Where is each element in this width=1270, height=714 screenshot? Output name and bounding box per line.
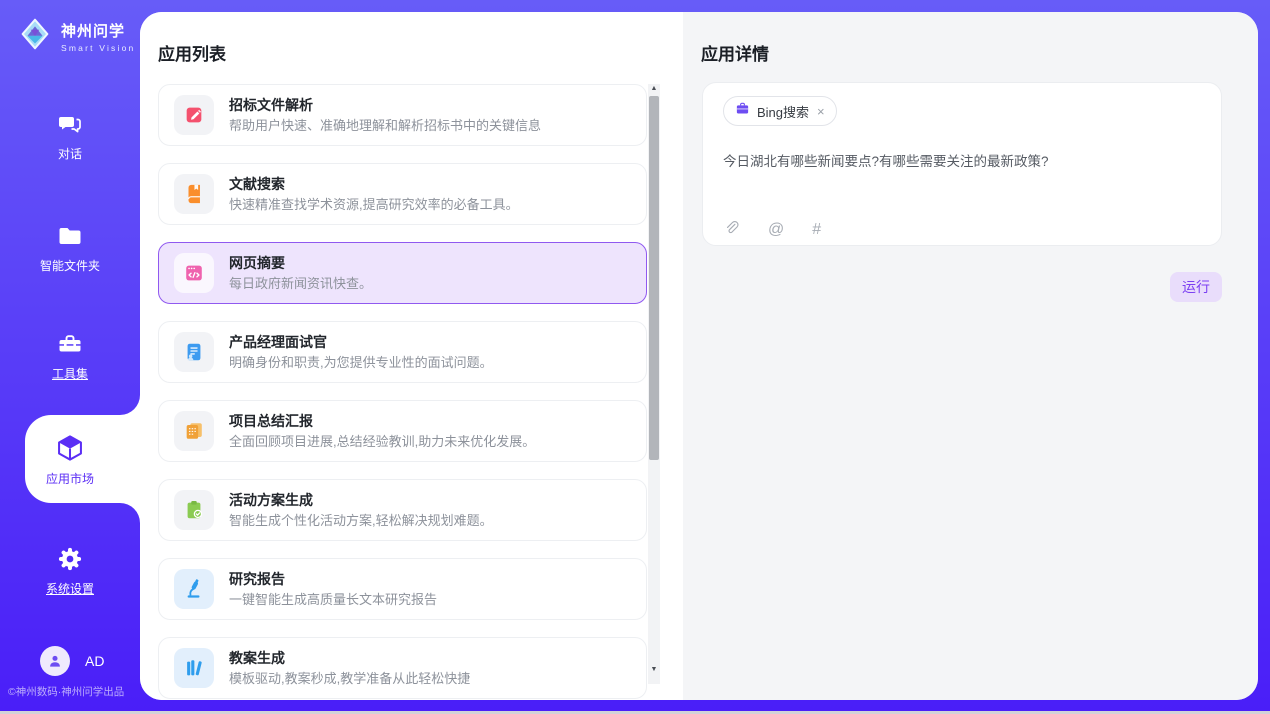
app-card-title: 研究报告 [229, 571, 437, 588]
sidebar-item-label: 系统设置 [0, 580, 140, 597]
user-account[interactable]: AD [40, 646, 104, 676]
brand-logo: 神州问学 Smart Vision [16, 15, 135, 58]
cube-icon [0, 433, 140, 463]
app-card-description: 全面回顾项目进展,总结经验教训,助力未来优化发展。 [229, 434, 535, 450]
main-content: 应用列表 招标文件解析 帮助用户快速、准确地理解和解析招标书中的关键信息 [140, 12, 1258, 700]
app-card-list: 招标文件解析 帮助用户快速、准确地理解和解析招标书中的关键信息 文献搜索 快速精… [158, 84, 647, 700]
note-icon [174, 411, 214, 451]
copyright-footer: ©神州数码·神州问学出品 [8, 684, 140, 699]
close-icon[interactable]: × [817, 104, 825, 119]
app-card-title: 项目总结汇报 [229, 413, 535, 430]
app-card-description: 一键智能生成高质量长文本研究报告 [229, 592, 437, 608]
brand-name: 神州问学 [61, 23, 125, 40]
app-card-bid-analysis[interactable]: 招标文件解析 帮助用户快速、准确地理解和解析招标书中的关键信息 [158, 84, 647, 146]
tool-chip-label: Bing搜索 [757, 102, 809, 121]
app-card-description: 智能生成个性化活动方案,轻松解决规划难题。 [229, 513, 493, 529]
app-card-literature-search[interactable]: 文献搜索 快速精准查找学术资源,提高研究效率的必备工具。 [158, 163, 647, 225]
list-scrollbar[interactable]: ▲ ▼ [648, 84, 660, 684]
app-card-description: 每日政府新闻资讯快查。 [229, 276, 372, 292]
app-card-title: 文献搜索 [229, 176, 519, 193]
chat-icon [0, 110, 140, 138]
app-card-lesson-plan[interactable]: 教案生成 模板驱动,教案秒成,教学准备从此轻松快捷 [158, 637, 647, 699]
sidebar: 神州问学 Smart Vision 对话 智能文件夹 [0, 0, 140, 714]
tool-chip-bing-search[interactable]: Bing搜索 × [723, 96, 837, 126]
run-button[interactable]: 运行 [1170, 272, 1222, 302]
app-window: { "brand": { "name": "神州问学", "tagline": … [0, 0, 1270, 714]
bubble-fillet-bottom [120, 503, 140, 523]
attachment-icon[interactable] [723, 219, 740, 241]
bubble-fillet-top [120, 395, 140, 415]
app-card-research-report[interactable]: 研究报告 一键智能生成高质量长文本研究报告 [158, 558, 647, 620]
book-icon [174, 174, 214, 214]
app-card-pm-interviewer[interactable]: 产品经理面试官 明确身份和职责,为您提供专业性的面试问题。 [158, 321, 647, 383]
app-card-description: 模板驱动,教案秒成,教学准备从此轻松快捷 [229, 671, 470, 687]
app-detail-panel: 应用详情 Bing搜索 × 今日湖北有哪些新闻要点?有哪些需要关注的最新政策? [683, 12, 1258, 700]
app-list-title: 应用列表 [158, 40, 226, 65]
app-card-project-summary[interactable]: 项目总结汇报 全面回顾项目进展,总结经验教训,助力未来优化发展。 [158, 400, 647, 462]
scrollbar-thumb[interactable] [649, 96, 659, 460]
composer-toolbar: @ # [723, 219, 821, 241]
sidebar-item-app-market[interactable]: 应用市场 [0, 433, 140, 487]
hash-icon[interactable]: # [812, 221, 821, 239]
app-card-description: 明确身份和职责,为您提供专业性的面试问题。 [229, 355, 493, 371]
interview-doc-icon [174, 332, 214, 372]
scroll-up-icon[interactable]: ▲ [648, 85, 660, 92]
books-icon [174, 648, 214, 688]
browser-code-icon [174, 253, 214, 293]
app-list-panel: 应用列表 招标文件解析 帮助用户快速、准确地理解和解析招标书中的关键信息 [140, 12, 683, 700]
user-name: AD [85, 653, 104, 669]
app-card-web-summary[interactable]: 网页摘要 每日政府新闻资讯快查。 [158, 242, 647, 304]
diamond-logo-icon [16, 15, 54, 58]
app-card-description: 快速精准查找学术资源,提高研究效率的必备工具。 [229, 197, 519, 213]
sidebar-item-label: 工具集 [0, 365, 140, 382]
app-card-description: 帮助用户快速、准确地理解和解析招标书中的关键信息 [229, 118, 541, 134]
sidebar-item-label: 对话 [0, 145, 140, 162]
brand-tagline: Smart Vision [61, 43, 135, 53]
prompt-text: 今日湖北有哪些新闻要点?有哪些需要关注的最新政策? [723, 153, 1193, 171]
app-card-title: 活动方案生成 [229, 492, 493, 509]
toolbox-icon [0, 330, 140, 358]
gear-icon [0, 545, 140, 573]
app-card-title: 招标文件解析 [229, 97, 541, 114]
document-edit-icon [174, 95, 214, 135]
app-card-event-plan[interactable]: 活动方案生成 智能生成个性化活动方案,轻松解决规划难题。 [158, 479, 647, 541]
app-card-title: 网页摘要 [229, 255, 372, 272]
sidebar-item-chat[interactable]: 对话 [0, 110, 140, 162]
app-card-title: 产品经理面试官 [229, 334, 493, 351]
avatar [40, 646, 70, 676]
microscope-icon [174, 569, 214, 609]
sidebar-item-smart-folder[interactable]: 智能文件夹 [0, 222, 140, 274]
clipboard-check-icon [174, 490, 214, 530]
folder-icon [0, 222, 140, 250]
sidebar-item-settings[interactable]: 系统设置 [0, 545, 140, 597]
sidebar-item-toolset[interactable]: 工具集 [0, 330, 140, 382]
app-detail-title: 应用详情 [701, 40, 769, 65]
mention-icon[interactable]: @ [768, 221, 784, 239]
prompt-input-area[interactable]: Bing搜索 × 今日湖北有哪些新闻要点?有哪些需要关注的最新政策? @ # [702, 82, 1222, 246]
app-card-title: 教案生成 [229, 650, 470, 667]
sidebar-item-label: 应用市场 [0, 470, 140, 487]
sidebar-item-label: 智能文件夹 [0, 257, 140, 274]
scroll-down-icon[interactable]: ▼ [648, 666, 660, 673]
briefcase-icon [735, 101, 750, 121]
